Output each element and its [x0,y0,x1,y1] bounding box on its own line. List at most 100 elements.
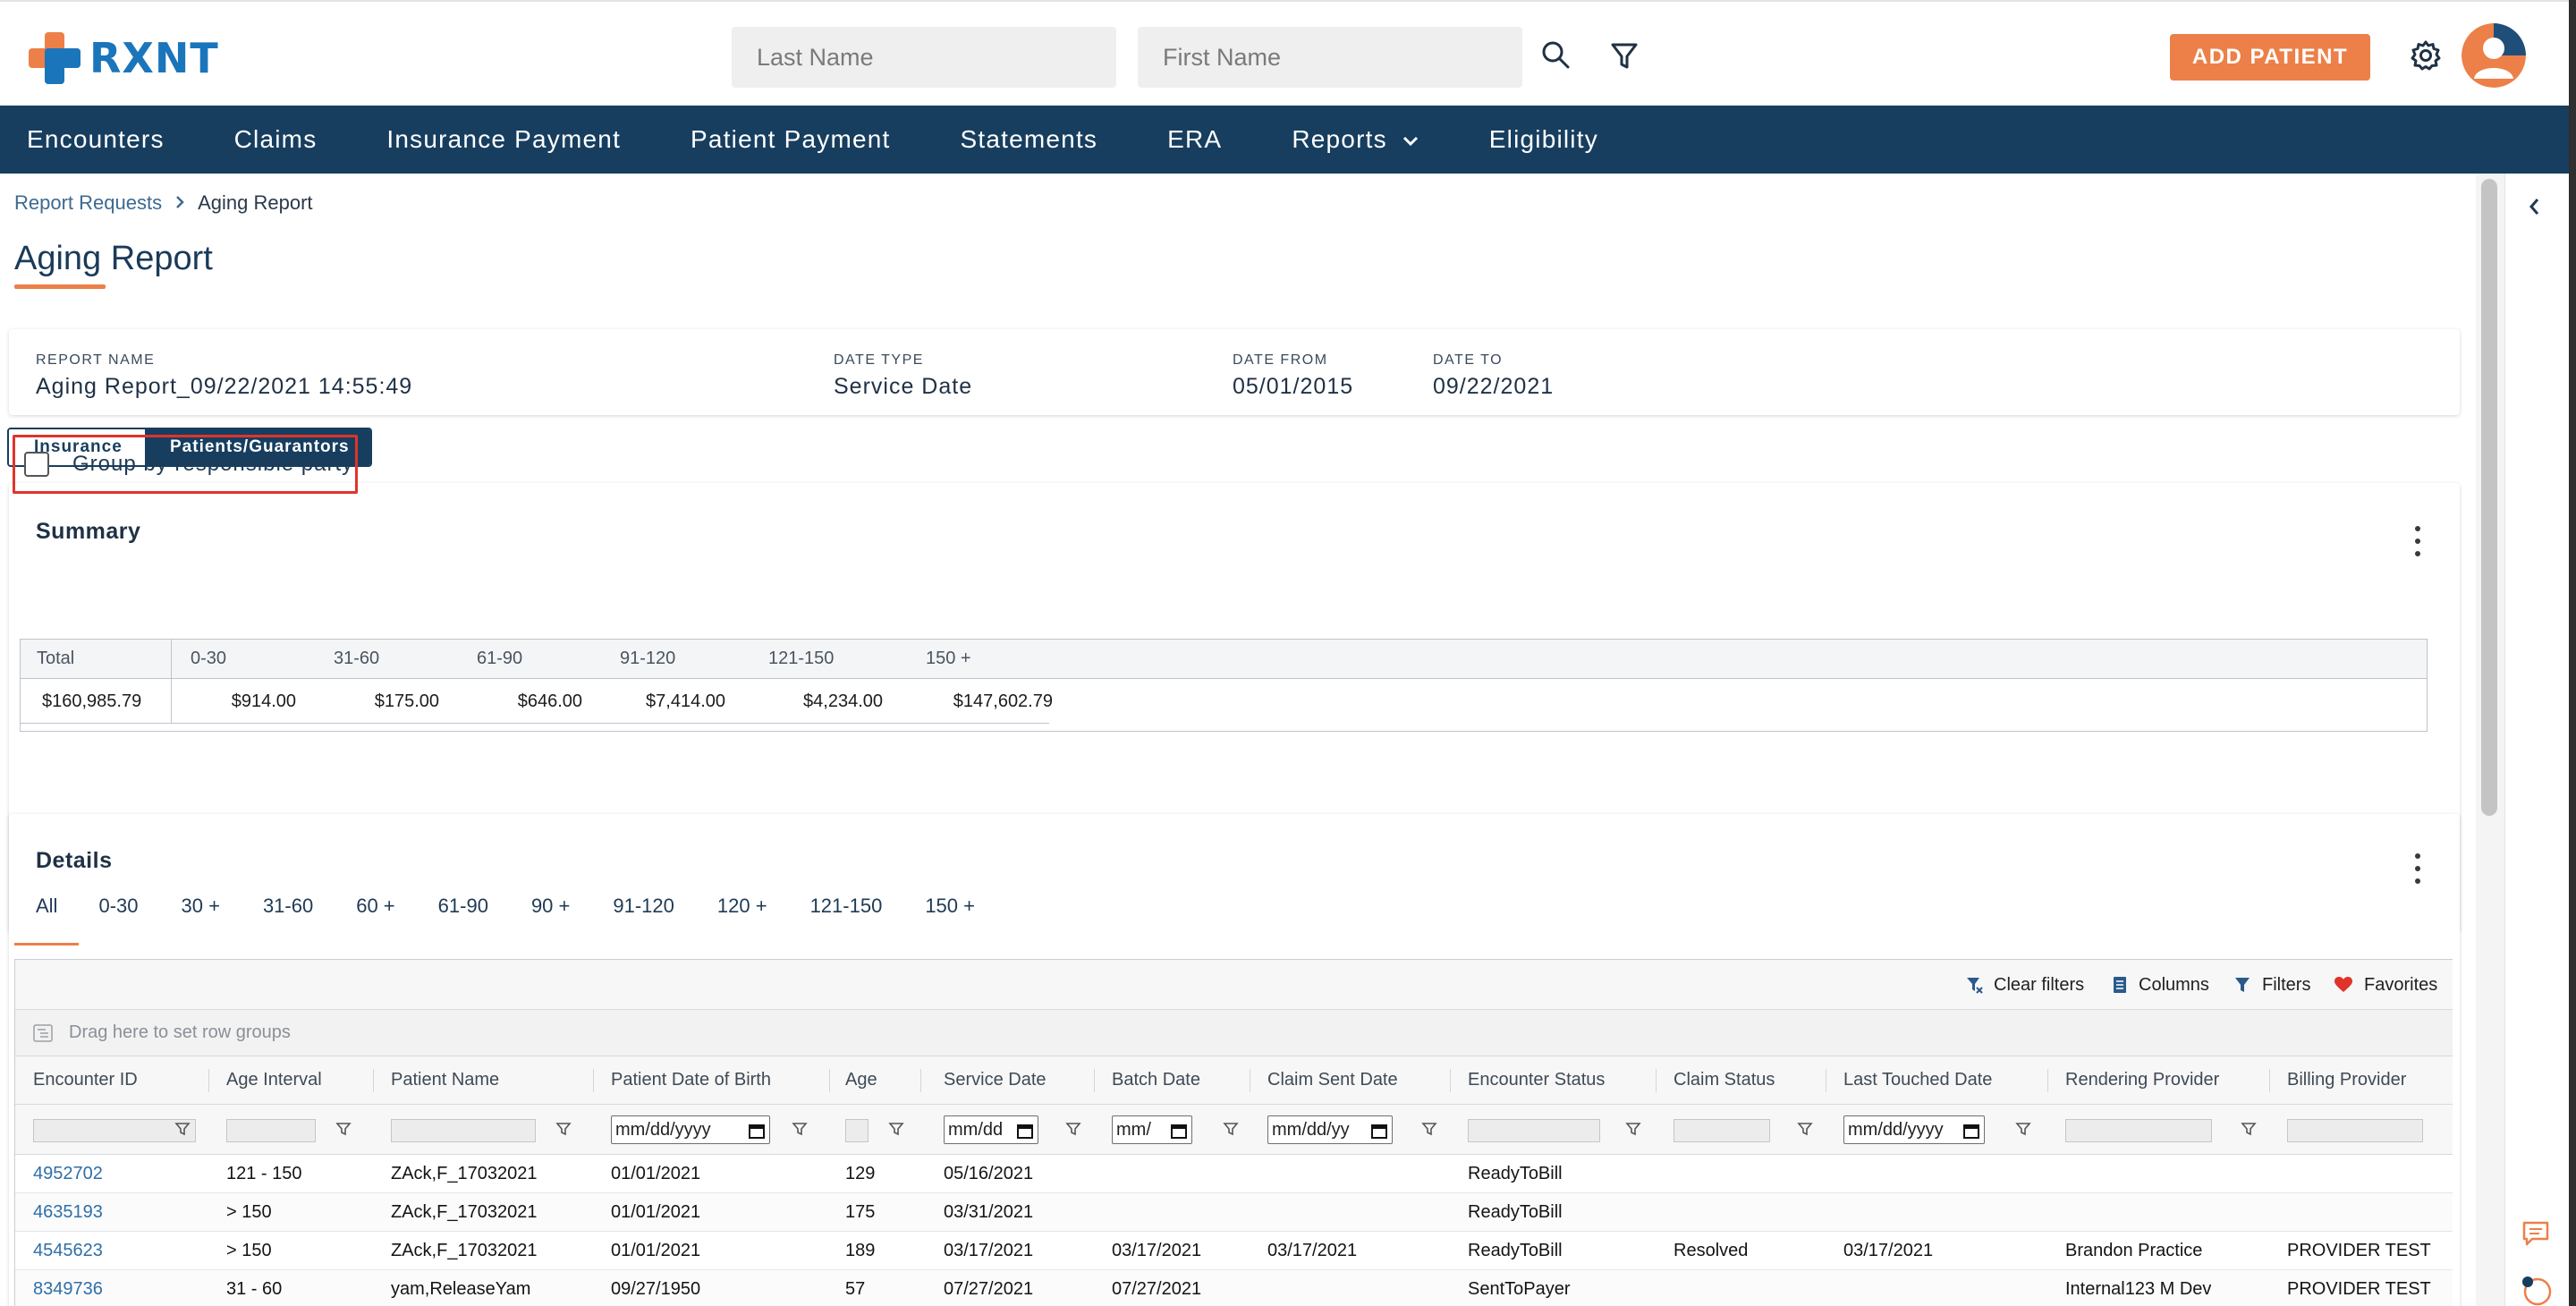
col-header-claim-sent-date[interactable]: Claim Sent Date [1267,1056,1398,1104]
filter-service-date[interactable]: mm/dd [944,1115,1038,1144]
funnel-icon[interactable] [1065,1121,1081,1141]
tab-121-150[interactable]: 121-150 [789,895,904,937]
filter-rendering-provider[interactable] [2065,1119,2212,1142]
col-header-claim-status[interactable]: Claim Status [1674,1056,1775,1104]
col-header-service-date[interactable]: Service Date [944,1056,1046,1104]
filter-encounter-id[interactable] [33,1119,196,1142]
user-avatar[interactable] [2462,23,2526,88]
col-header-age[interactable]: Age [845,1056,877,1104]
group-by-responsible-party[interactable]: Group by responsible party [13,435,358,494]
encounter-status-cell: SentToPayer [1468,1278,1571,1299]
col-header-encounter-status[interactable]: Encounter Status [1468,1056,1605,1104]
table-row[interactable]: 4545623 > 150 ZAck,F_17032021 01/01/2021… [15,1232,2453,1270]
first-name-input[interactable] [1138,27,1522,88]
col-header-encounter-id[interactable]: Encounter ID [33,1056,138,1104]
rxnt-logo[interactable]: RXNT [27,30,219,86]
table-row[interactable]: 4952702 121 - 150 ZAck,F_17032021 01/01/… [15,1155,2453,1193]
encounter-id-link[interactable]: 8349736 [33,1270,103,1306]
funnel-icon[interactable] [1223,1121,1239,1141]
breadcrumb-report-requests[interactable]: Report Requests [14,191,162,215]
chevron-left-icon[interactable] [2527,197,2543,221]
filter-billing-provider[interactable] [2287,1119,2423,1142]
filter-last-touched-date[interactable]: mm/dd/yyyy [1843,1115,1985,1144]
nav-eligibility[interactable]: Eligibility [1489,125,1598,154]
tab-61-90[interactable]: 61-90 [417,895,510,937]
filter-age[interactable] [845,1119,869,1142]
nav-reports[interactable]: Reports [1292,125,1419,154]
table-row[interactable]: 8349736 31 - 60 yam,ReleaseYam 09/27/195… [15,1270,2453,1306]
funnel-icon[interactable] [792,1121,808,1141]
grid-filter-row: mm/dd/yyyy mm/dd mm/ mm/dd/yy mm/dd/yyyy [15,1105,2453,1155]
encounter-id-link[interactable]: 4545623 [33,1232,103,1269]
funnel-icon[interactable] [888,1121,904,1141]
group-by-checkbox[interactable] [24,452,49,477]
col-header-last-touched-date[interactable]: Last Touched Date [1843,1056,1992,1104]
table-row[interactable]: 4635193 > 150 ZAck,F_17032021 01/01/2021… [15,1193,2453,1232]
columns-button[interactable]: Columns [2112,960,2209,1010]
claim-status-cell: Resolved [1674,1240,1749,1260]
summary-value-total: $160,985.79 [42,691,142,711]
heart-icon [2334,977,2352,992]
page-scrollbar-thumb[interactable] [2481,179,2497,816]
filter-claim-status[interactable] [1674,1119,1770,1142]
filter-age-interval[interactable] [226,1119,316,1142]
search-icon[interactable] [1538,38,1574,73]
filter-dob-date[interactable]: mm/dd/yyyy [611,1115,770,1144]
help-icon[interactable] [2521,1276,2552,1306]
gear-icon[interactable] [2408,38,2444,73]
filters-label: Filters [2262,974,2311,995]
nav-era[interactable]: ERA [1167,125,1222,154]
nav-patient-payment[interactable]: Patient Payment [691,125,890,154]
nav-claims[interactable]: Claims [234,125,318,154]
col-header-age-interval[interactable]: Age Interval [226,1056,322,1104]
col-header-batch-date[interactable]: Batch Date [1112,1056,1200,1104]
row-group-drop-zone[interactable]: Drag here to set row groups [15,1010,2453,1056]
title-underline [14,284,106,289]
nav-insurance-payment[interactable]: Insurance Payment [386,125,621,154]
encounter-id-link[interactable]: 4635193 [33,1193,103,1231]
funnel-icon[interactable] [174,1121,191,1141]
col-header-patient-name[interactable]: Patient Name [391,1056,499,1104]
funnel-icon[interactable] [2015,1121,2031,1141]
funnel-icon[interactable] [1797,1121,1813,1141]
tab-0-30[interactable]: 0-30 [77,895,159,937]
col-header-billing-provider[interactable]: Billing Provider [2287,1056,2406,1104]
nav-statements[interactable]: Statements [961,125,1098,154]
tab-91-120[interactable]: 91-120 [591,895,696,937]
filter-patient-name[interactable] [391,1119,536,1142]
tab-60-plus[interactable]: 60 + [335,895,416,937]
filter-icon[interactable] [1606,38,1642,73]
encounter-id-link[interactable]: 4952702 [33,1155,103,1192]
funnel-icon[interactable] [1421,1121,1437,1141]
details-menu-icon[interactable] [2413,853,2422,884]
summary-menu-icon[interactable] [2413,526,2422,556]
main-nav: Encounters Claims Insurance Payment Pati… [0,106,2569,174]
funnel-icon[interactable] [555,1121,572,1141]
clear-filters-button[interactable]: Clear filters [1965,960,2084,1010]
nav-encounters[interactable]: Encounters [27,125,165,154]
col-header-rendering-provider[interactable]: Rendering Provider [2065,1056,2219,1104]
chat-icon[interactable] [2521,1220,2550,1251]
add-patient-button[interactable]: ADD PATIENT [2170,34,2370,81]
tab-31-60[interactable]: 31-60 [242,895,335,937]
favorites-button[interactable]: Favorites [2334,960,2437,1010]
tab-all[interactable]: All [14,895,77,937]
filter-encounter-status[interactable] [1468,1119,1600,1142]
calendar-icon [749,1124,765,1139]
funnel-icon[interactable] [335,1121,352,1141]
tab-30-plus[interactable]: 30 + [160,895,242,937]
tab-90-plus[interactable]: 90 + [510,895,591,937]
funnel-icon[interactable] [2241,1121,2257,1141]
summary-table-row: $160,985.79 $914.00 $175.00 $646.00 $7,4… [21,679,2427,724]
filter-batch-date[interactable]: mm/ [1112,1115,1192,1144]
encounter-status-cell: ReadyToBill [1468,1240,1563,1260]
tab-120-plus[interactable]: 120 + [696,895,789,937]
tab-150-plus[interactable]: 150 + [903,895,996,937]
funnel-icon[interactable] [1625,1121,1641,1141]
clear-filters-label: Clear filters [1994,974,2085,995]
filter-claim-sent-date[interactable]: mm/dd/yy [1267,1115,1393,1144]
filters-button[interactable]: Filters [2233,960,2310,1010]
report-name-field: REPORT NAME Aging Report_09/22/2021 14:5… [36,352,412,400]
col-header-patient-dob[interactable]: Patient Date of Birth [611,1056,771,1104]
last-name-input[interactable] [732,27,1116,88]
